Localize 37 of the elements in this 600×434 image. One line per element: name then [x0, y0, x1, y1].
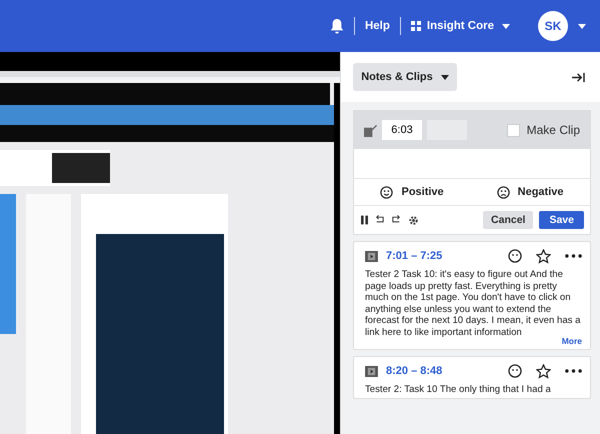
more-link[interactable]: More [365, 336, 582, 346]
make-clip-label: Make Clip [526, 123, 580, 137]
clip-transcript: Tester 2: Task 10 The only thing that I had a [365, 384, 552, 396]
grid-icon [410, 21, 421, 31]
notes-clips-dropdown[interactable]: Notes & Clips [353, 63, 457, 91]
sentiment-button[interactable]: Positive [374, 179, 450, 205]
face-icon[interactable] [508, 249, 522, 263]
film-icon [365, 250, 378, 262]
more-options-icon[interactable] [565, 369, 582, 373]
time-field[interactable]: 6:03 [382, 120, 422, 140]
caret-icon [502, 24, 510, 28]
smile-face-icon [380, 186, 394, 198]
clip-time-range[interactable]: 8:20 – 8:48 [386, 365, 442, 377]
bell-icon[interactable] [330, 18, 344, 34]
face-icon[interactable] [508, 364, 522, 378]
clip-transcript: Tester 2 Task 10: it's easy to figure out And the page loads up pretty fast. Everything is pretty much on the 1st page. You don't have to click on anything else unless you want to extend the forecast for the next 10 days. I mean, it even has a link here to like important information [365, 269, 582, 338]
make-clip-checkbox[interactable] [506, 124, 520, 136]
forward-icon[interactable] [391, 215, 402, 225]
save-button[interactable]: Save [539, 211, 584, 229]
product-menu[interactable]: Insight Core [426, 20, 510, 32]
help-link[interactable]: Help [364, 20, 390, 32]
star-icon[interactable] [536, 248, 551, 264]
rewind-icon[interactable] [374, 215, 385, 225]
caret-icon[interactable] [578, 24, 586, 28]
settings-icon[interactable] [408, 214, 419, 226]
caret-icon [440, 74, 449, 80]
pause-icon[interactable] [361, 215, 368, 225]
clip-time-range[interactable]: 7:01 – 7:25 [386, 250, 442, 262]
edit-icon [364, 124, 377, 136]
more-options-icon[interactable] [565, 254, 582, 258]
frown-face-icon [496, 186, 510, 198]
collapse-icon[interactable] [571, 72, 586, 82]
avatar[interactable]: SK [538, 11, 568, 41]
sentiment-button[interactable]: Negative [490, 179, 570, 205]
star-icon[interactable] [536, 364, 551, 378]
cancel-button[interactable]: Cancel [483, 211, 534, 229]
film-icon [365, 366, 378, 376]
